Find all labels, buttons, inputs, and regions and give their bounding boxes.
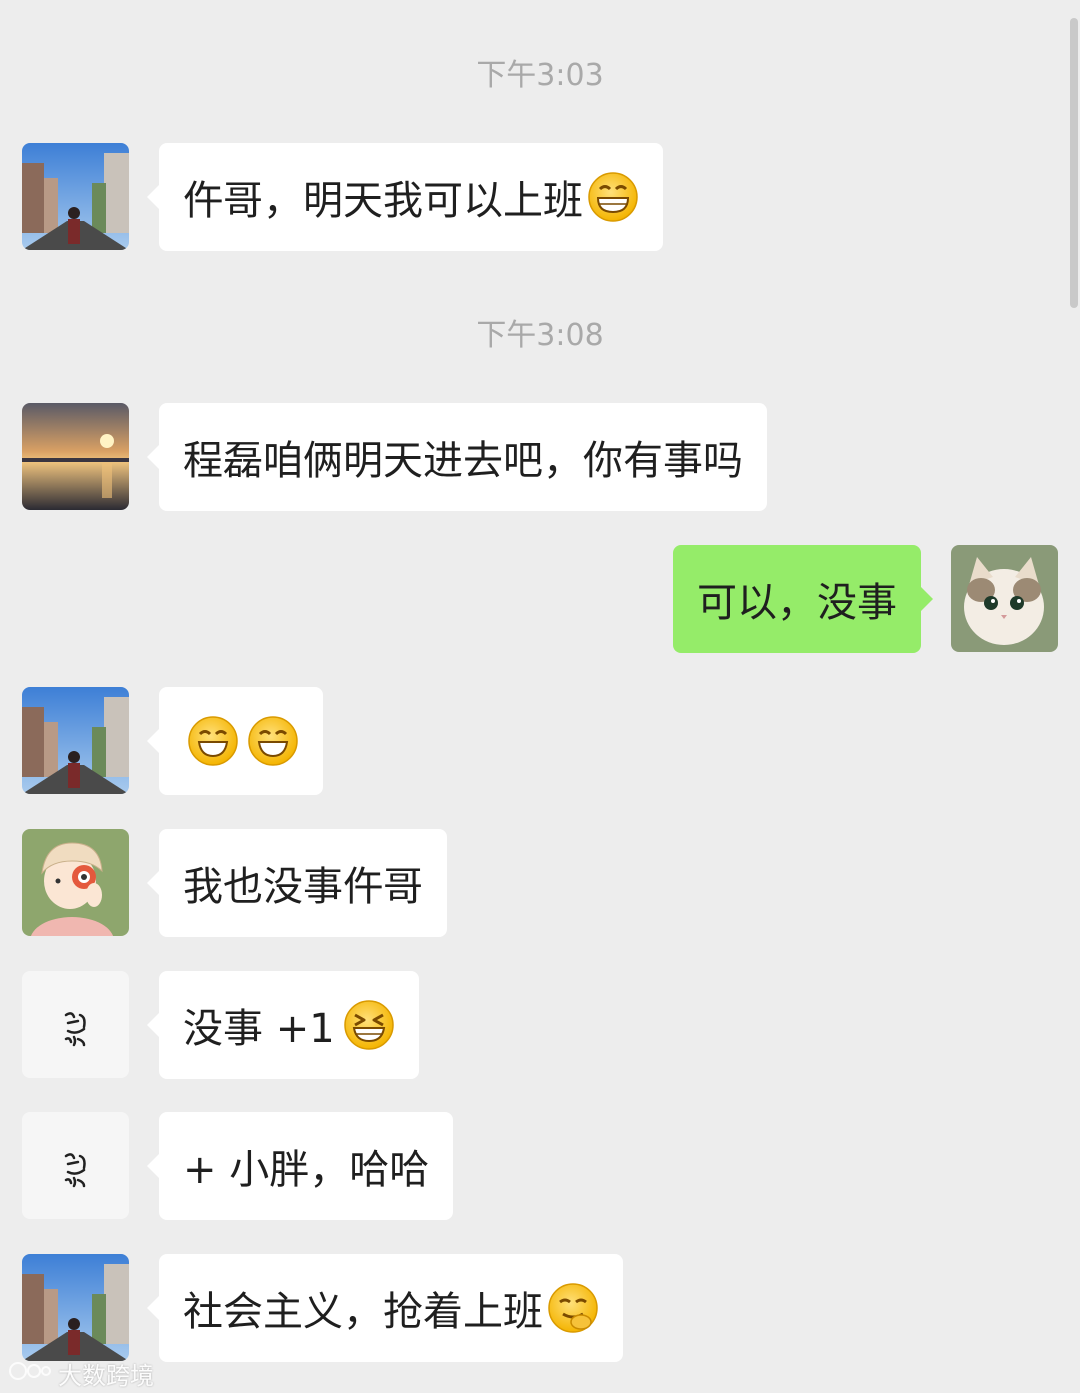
message-text: 没事 +1 [183,1006,335,1052]
message-text: 程磊咱俩明天进去吧，你有事吗 [183,438,743,484]
street-photo-avatar[interactable] [22,687,129,794]
cartoon-camera-avatar[interactable] [22,829,129,936]
message-bubble[interactable]: + 小胖，哈哈 [146,1112,454,1220]
street-photo-avatar[interactable] [22,1254,129,1361]
watermark-text: 大数跨境 [58,1362,154,1390]
calligraphy-avatar[interactable] [22,971,129,1078]
message-bubble[interactable]: 程磊咱俩明天进去吧，你有事吗 [147,403,767,511]
outgoing-message-bubble[interactable]: 可以，没事 [673,545,933,653]
message-text: + 小胖，哈哈 [183,1147,430,1193]
message-bubble[interactable]: 没事 +1 [147,971,419,1079]
message-bubble[interactable]: 社会主义，抢着上班 [147,1254,623,1362]
smile-emoji [187,715,239,767]
smirk-emoji [547,1282,599,1334]
message-text: 社会主义，抢着上班 [183,1289,543,1335]
sunset-photo-avatar[interactable] [22,403,129,510]
calligraphy-avatar[interactable] [22,1112,129,1219]
message-text: 仵哥，明天我可以上班 [183,178,583,224]
street-photo-avatar[interactable] [22,143,129,250]
watermark: 大数跨境 [8,1356,154,1391]
message-text: 可以，没事 [697,580,897,626]
message-text: 我也没事仵哥 [183,864,423,910]
smile-emoji [247,715,299,767]
watermark-logo-icon [8,1359,52,1389]
timestamp: 下午3:08 [476,318,604,353]
message-bubble[interactable]: 仵哥，明天我可以上班 [147,143,663,251]
laugh-squint-emoji [343,999,395,1051]
cat-photo-avatar[interactable] [951,545,1058,652]
grin-emoji [587,171,639,223]
timestamp: 下午3:03 [476,58,604,93]
message-bubble[interactable]: 我也没事仵哥 [147,829,447,937]
message-bubble[interactable] [147,687,323,795]
